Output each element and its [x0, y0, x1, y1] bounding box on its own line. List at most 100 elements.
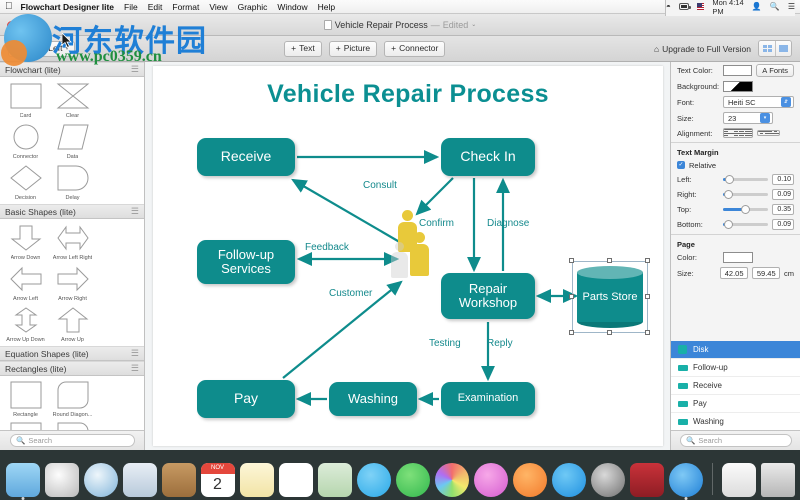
shape-item[interactable]: Arrow Left [2, 263, 49, 302]
shape-group-header-flowchart[interactable]: Flowchart (lite) ☰ [0, 62, 144, 77]
edge-label-feedback[interactable]: Feedback [305, 242, 349, 253]
edge-label-customer[interactable]: Customer [329, 288, 372, 299]
menu-item-app[interactable]: Flowchart Designer lite [21, 2, 115, 12]
page-height-input[interactable]: 59.45 [751, 267, 781, 279]
menu-item-window[interactable]: Window [277, 2, 307, 12]
menu-item-edit[interactable]: Edit [148, 2, 163, 12]
finder-icon[interactable] [5, 463, 40, 500]
appstore-icon[interactable] [551, 463, 586, 497]
launchpad-icon[interactable] [44, 463, 79, 497]
node-examination[interactable]: Examination [441, 382, 535, 416]
align-left-icon[interactable] [724, 129, 731, 137]
align-center-icon[interactable] [738, 129, 745, 137]
node-receive[interactable]: Receive [197, 138, 295, 176]
align-middle-icon[interactable] [765, 131, 772, 135]
minimize-button[interactable] [21, 21, 30, 30]
menu-item-graphic[interactable]: Graphic [238, 2, 268, 12]
maps-icon[interactable] [317, 463, 352, 497]
fonts-button[interactable]: A Fonts [756, 64, 794, 77]
ibooks-icon[interactable] [512, 463, 547, 497]
margin-bottom-slider[interactable] [723, 220, 768, 230]
resize-handle-nw[interactable] [569, 258, 574, 263]
sidebar-search-input[interactable]: 🔍 Search [10, 434, 135, 447]
shape-item[interactable]: Arrow Up [49, 304, 96, 343]
margin-left-value[interactable]: 0.10 [772, 174, 794, 185]
shape-group-header-rectangles[interactable]: Rectangles (lite) ☰ [0, 361, 144, 376]
chevron-down-icon[interactable]: ⌄ [471, 21, 476, 28]
page-width-input[interactable]: 42.05 [719, 267, 748, 279]
menu-item-help[interactable]: Help [318, 2, 335, 12]
resize-handle-w[interactable] [569, 294, 574, 299]
node-repair-workshop[interactable]: Repair Workshop [441, 273, 535, 319]
edge-label-testing[interactable]: Testing [429, 338, 461, 349]
itunes-icon[interactable] [473, 463, 508, 497]
shape-item[interactable]: Data [49, 121, 96, 160]
margin-top-value[interactable]: 0.35 [772, 204, 794, 215]
margin-left-slider[interactable] [723, 175, 768, 185]
layer-item-disk[interactable]: Disk [671, 341, 800, 359]
edge-label-confirm[interactable]: Confirm [419, 218, 454, 229]
shape-item[interactable]: Clear [49, 80, 96, 119]
trash-icon[interactable] [760, 463, 795, 497]
align-justify-icon[interactable] [745, 129, 752, 137]
shape-item[interactable]: Round Diagon... [49, 379, 96, 418]
flowchart-designer-icon[interactable] [668, 463, 703, 500]
add-text-button[interactable]: + Text [284, 40, 322, 57]
font-select[interactable]: Heiti SC ⇵ [723, 96, 794, 108]
hamburger-icon[interactable]: ☰ [131, 364, 139, 373]
us-flag-icon[interactable] [696, 3, 705, 10]
menu-item-view[interactable]: View [209, 2, 227, 12]
resize-handle-sw[interactable] [569, 330, 574, 335]
margin-right-value[interactable]: 0.09 [772, 189, 794, 200]
layer-item-pay[interactable]: Pay [671, 395, 800, 413]
zoom-button[interactable] [35, 21, 44, 30]
shape-item[interactable]: Arrow Left Right [49, 222, 96, 261]
resize-handle-n[interactable] [607, 258, 612, 263]
add-picture-button[interactable]: + Picture [328, 40, 378, 57]
mail-icon[interactable] [122, 463, 157, 497]
shape-group-header-equation[interactable]: Equation Shapes (lite) ☰ [0, 346, 144, 361]
node-pay[interactable]: Pay [197, 380, 295, 418]
menu-item-format[interactable]: Format [172, 2, 199, 12]
system-preferences-icon[interactable] [590, 463, 625, 497]
apple-icon[interactable]:  [5, 1, 13, 12]
edge-label-consult[interactable]: Consult [363, 180, 397, 191]
hamburger-icon[interactable]: ☰ [131, 349, 139, 358]
search-icon[interactable]: 🔍 [770, 2, 780, 11]
shape-item[interactable]: Delay [49, 162, 96, 201]
notification-center-icon[interactable]: ☰ [788, 2, 795, 11]
diagram-canvas[interactable]: Vehicle Repair Process Receive Check In … [145, 62, 670, 450]
close-button[interactable] [7, 21, 16, 30]
node-check-in[interactable]: Check In [441, 138, 535, 176]
page-color-swatch[interactable] [723, 252, 753, 263]
upgrade-button[interactable]: ⌂ Upgrade to Full Version [654, 44, 751, 54]
resize-handle-e[interactable] [645, 294, 650, 299]
node-follow-up-services[interactable]: Follow-up Services [197, 240, 295, 284]
add-connector-button[interactable]: + Connector [384, 40, 446, 57]
user-icon[interactable]: 👤 [752, 2, 762, 11]
edge-label-diagnose[interactable]: Diagnose [487, 218, 529, 229]
layers-list[interactable]: Disk Follow-up Receive Pay Washing [671, 341, 800, 430]
margin-right-slider[interactable] [723, 190, 768, 200]
shape-item[interactable]: Card [2, 80, 49, 119]
size-select[interactable]: 23 ▾ [723, 112, 773, 124]
shape-group-header-basic[interactable]: Basic Shapes (lite) ☰ [0, 204, 144, 219]
shape-item[interactable]: Decision [2, 162, 49, 201]
document-page[interactable]: Vehicle Repair Process Receive Check In … [153, 66, 663, 446]
margin-bottom-value[interactable]: 0.09 [772, 219, 794, 230]
edge-label-reply[interactable]: Reply [487, 338, 513, 349]
node-washing[interactable]: Washing [329, 382, 417, 416]
hamburger-icon[interactable]: ☰ [131, 207, 139, 216]
layer-item-follow-up[interactable]: Follow-up [671, 359, 800, 377]
node-parts-store[interactable]: Parts Store [577, 266, 643, 328]
inspector-search-input[interactable]: 🔍 Search [680, 434, 792, 447]
shape-item[interactable]: Arrow Right [49, 263, 96, 302]
messages-icon[interactable] [356, 463, 391, 497]
resize-handle-ne[interactable] [645, 258, 650, 263]
documents-folder-icon[interactable] [721, 463, 756, 497]
background-swatch[interactable] [723, 81, 753, 92]
reminders-icon[interactable] [278, 463, 313, 497]
align-top-icon[interactable] [758, 131, 765, 135]
safari-icon[interactable] [83, 463, 118, 497]
photos-icon[interactable] [434, 463, 469, 497]
